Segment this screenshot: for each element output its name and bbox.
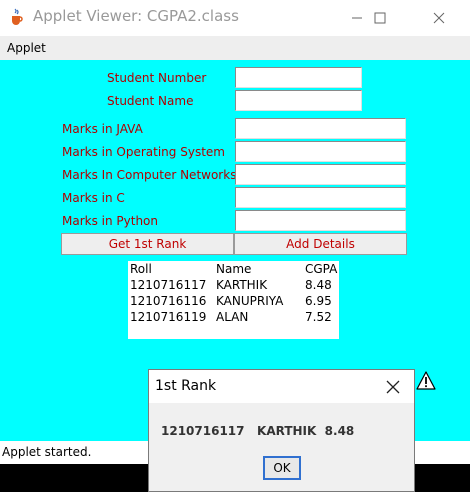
menu-applet[interactable]: Applet bbox=[7, 41, 46, 55]
header-roll: Roll bbox=[130, 262, 152, 276]
python-marks-label: Marks in Python bbox=[62, 214, 159, 228]
c-marks-field[interactable] bbox=[235, 187, 406, 208]
get-rank-button[interactable]: Get 1st Rank bbox=[61, 233, 234, 255]
row-1-cgpa: 8.48 bbox=[305, 278, 332, 292]
close-icon bbox=[433, 12, 445, 24]
close-icon bbox=[386, 380, 400, 394]
os-marks-field[interactable] bbox=[235, 141, 406, 162]
menu-bar: Applet bbox=[0, 36, 470, 60]
row-2-roll: 1210716116 bbox=[130, 294, 207, 308]
add-details-button[interactable]: Add Details bbox=[234, 233, 407, 255]
java-marks-field[interactable] bbox=[235, 118, 406, 139]
java-marks-label: Marks in JAVA bbox=[62, 122, 143, 136]
status-text: Applet started. bbox=[2, 445, 92, 459]
row-2-cgpa: 6.95 bbox=[305, 294, 332, 308]
student-name-field[interactable] bbox=[235, 90, 362, 111]
dialog-title-bar: 1st Rank bbox=[149, 370, 414, 403]
row-3-cgpa: 7.52 bbox=[305, 310, 332, 324]
c-marks-label: Marks in C bbox=[62, 191, 125, 205]
ok-button[interactable]: OK bbox=[263, 456, 301, 480]
student-name-label: Student Name bbox=[107, 94, 194, 108]
close-button[interactable] bbox=[416, 0, 462, 36]
window-title: Applet Viewer: CGPA2.class bbox=[33, 7, 239, 25]
rank-dialog: 1st Rank 1210716117 KARTHIK 8.48 OK bbox=[148, 369, 415, 492]
cn-marks-label: Marks In Computer Networks bbox=[62, 168, 237, 182]
dialog-title: 1st Rank bbox=[155, 378, 217, 394]
java-cup-icon bbox=[12, 8, 23, 25]
student-number-label: Student Number bbox=[107, 71, 207, 85]
student-number-field[interactable] bbox=[235, 67, 362, 88]
header-name: Name bbox=[216, 262, 252, 276]
row-2-name: KANUPRIYA bbox=[216, 294, 284, 308]
maximize-icon bbox=[374, 12, 386, 24]
header-cgpa: CGPA bbox=[305, 262, 338, 276]
cn-marks-field[interactable] bbox=[235, 164, 406, 185]
title-bar: Applet Viewer: CGPA2.class bbox=[0, 0, 470, 36]
dialog-close-button[interactable] bbox=[377, 372, 409, 402]
row-3-name: ALAN bbox=[216, 310, 249, 324]
row-1-name: KARTHIK bbox=[216, 278, 268, 292]
warning-icon bbox=[416, 371, 436, 390]
maximize-button[interactable] bbox=[357, 0, 403, 36]
row-3-roll: 1210716119 bbox=[130, 310, 207, 324]
python-marks-field[interactable] bbox=[235, 210, 406, 231]
dialog-message: 1210716117 KARTHIK 8.48 bbox=[161, 424, 355, 438]
os-marks-label: Marks in Operating System bbox=[62, 145, 225, 159]
results-table: Roll Name CGPA 1210716117 KARTHIK 8.48 1… bbox=[128, 261, 339, 339]
row-1-roll: 1210716117 bbox=[130, 278, 207, 292]
